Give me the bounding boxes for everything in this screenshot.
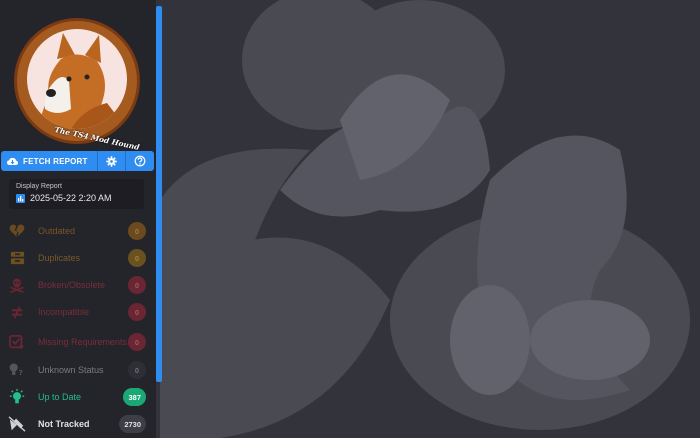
status-count-badge: 0 [128,333,146,351]
cloud-download-icon [7,157,18,165]
status-item-label: Outdated [38,225,76,236]
status-item-unknown-status[interactable]: ? Unknown Status 0 [6,360,146,380]
fetch-report-button[interactable]: FETCH REPORT [1,151,98,171]
help-button[interactable] [126,151,154,171]
untracked-tool-icon [6,414,28,434]
status-item-label: Up to Date [38,391,82,402]
sidebar: The TS4 Mod Hound FETCH REPORT Display R… [0,0,156,438]
settings-button[interactable] [98,151,126,171]
background-lily-frog-art [160,0,690,438]
status-item-not-tracked[interactable]: Not Tracked 2730 [6,414,146,434]
status-count-badge: 387 [123,388,146,406]
question-circle-icon [134,155,146,167]
status-item-label: Broken/Obsolete [38,279,106,290]
status-count-badge: 0 [128,303,146,321]
status-item-label: Missing Requirements [38,336,128,347]
lightbulb-question-icon: ? [6,360,28,380]
fetch-report-label: FETCH REPORT [23,156,88,166]
broken-heart-icon [6,221,28,241]
mod-hound-logo: The TS4 Mod Hound [14,18,140,152]
display-report-value: 2025-05-22 2:20 AM [30,193,112,203]
status-count-badge: 0 [128,276,146,294]
display-report-panel[interactable]: Display Report 2025-05-22 2:20 AM [9,179,144,209]
gear-icon [106,155,117,167]
display-report-label: Display Report [16,183,62,190]
sidebar-scrollbar[interactable] [156,6,162,382]
dog-portrait-icon [37,33,127,129]
status-count-badge: 0 [128,361,146,379]
status-item-label: Unknown Status [38,364,104,375]
missing-check-icon [6,332,28,352]
toolbar: FETCH REPORT [1,151,154,171]
status-item-outdated[interactable]: Outdated 0 [6,221,146,241]
status-item-duplicates[interactable]: Duplicates 0 [6,248,146,268]
status-item-incompatible[interactable]: Incompatible 0 [6,302,146,322]
not-equal-icon [6,302,28,322]
svg-text:?: ? [19,368,23,377]
lightbulb-on-icon [6,387,28,407]
status-item-missing-requirements[interactable]: Missing Requirements 0 [6,330,146,354]
status-item-up-to-date[interactable]: Up to Date 387 [6,387,146,407]
status-item-label: Not Tracked [38,418,90,429]
status-count-badge: 0 [128,249,146,267]
skull-crossbones-icon [6,275,28,295]
status-item-label: Duplicates [38,252,81,263]
status-item-broken-obsolete[interactable]: Broken/Obsolete 0 [6,275,146,295]
status-item-label: Incompatible [38,306,90,317]
report-chart-icon [16,193,25,203]
status-count-badge: 0 [128,222,146,240]
status-count-badge: 2730 [119,415,146,433]
duplicate-box-icon [6,248,28,268]
logo-caption: The TS4 Mod Hound [53,125,141,152]
